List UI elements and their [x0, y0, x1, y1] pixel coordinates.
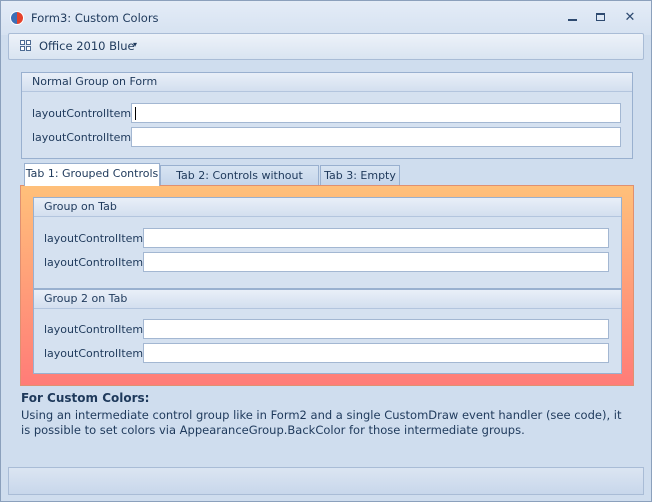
text-input-item4[interactable]: [143, 252, 609, 272]
text-input-item2[interactable]: [131, 127, 621, 147]
group-on-tab: Group on Tab layoutControlItem3 layoutCo…: [33, 197, 622, 289]
field-label-item3: layoutControlItem3: [44, 232, 151, 245]
tab-controls-without-group[interactable]: Tab 2: Controls without Group: [160, 165, 319, 201]
text-cursor: [135, 107, 136, 120]
field-label-item6: layoutControlItem6: [44, 347, 151, 360]
tab-grouped-controls[interactable]: Tab 1: Grouped Controls: [24, 163, 160, 186]
text-input-item5[interactable]: [143, 319, 609, 339]
group-2-on-tab: Group 2 on Tab layoutControlItem5 layout…: [33, 289, 622, 374]
main-window: Form3: Custom Colors ✕ Office 2010 Blue …: [0, 0, 652, 502]
maximize-button[interactable]: [589, 9, 611, 27]
group-2-on-tab-header: Group 2 on Tab: [34, 290, 621, 309]
skin-dropdown[interactable]: Office 2010 Blue: [39, 39, 135, 53]
text-input-item1[interactable]: [131, 103, 621, 123]
status-bar: [8, 467, 644, 495]
info-title: For Custom Colors:: [21, 391, 150, 405]
field-label-item1: layoutControlItem1: [32, 107, 139, 120]
field-label-item4: layoutControlItem4: [44, 256, 151, 269]
field-label-item2: layoutControlItem2: [32, 131, 139, 144]
close-button[interactable]: ✕: [619, 9, 641, 27]
tab-page-grouped-controls: Group on Tab layoutControlItem3 layoutCo…: [20, 185, 634, 386]
normal-group: Normal Group on Form layoutControlItem1 …: [21, 72, 633, 159]
skin-gallery-icon: [20, 40, 32, 52]
text-input-item6[interactable]: [143, 343, 609, 363]
app-icon: [10, 11, 24, 25]
minimize-button[interactable]: [561, 9, 583, 27]
window-title: Form3: Custom Colors: [31, 11, 159, 25]
chevron-down-icon[interactable]: ▾: [133, 40, 137, 49]
normal-group-header: Normal Group on Form: [22, 73, 632, 92]
minimize-icon: [567, 19, 577, 21]
text-input-item3[interactable]: [143, 228, 609, 248]
maximize-icon: [595, 13, 605, 21]
close-icon: ✕: [624, 10, 636, 25]
field-label-item5: layoutControlItem5: [44, 323, 151, 336]
group-on-tab-header: Group on Tab: [34, 198, 621, 217]
title-bar[interactable]: Form3: Custom Colors ✕: [1, 1, 651, 35]
info-text: Using an intermediate control group like…: [21, 408, 622, 437]
tab-empty[interactable]: Tab 3: Empty: [320, 165, 400, 186]
toolbar: Office 2010 Blue ▾: [8, 33, 644, 60]
